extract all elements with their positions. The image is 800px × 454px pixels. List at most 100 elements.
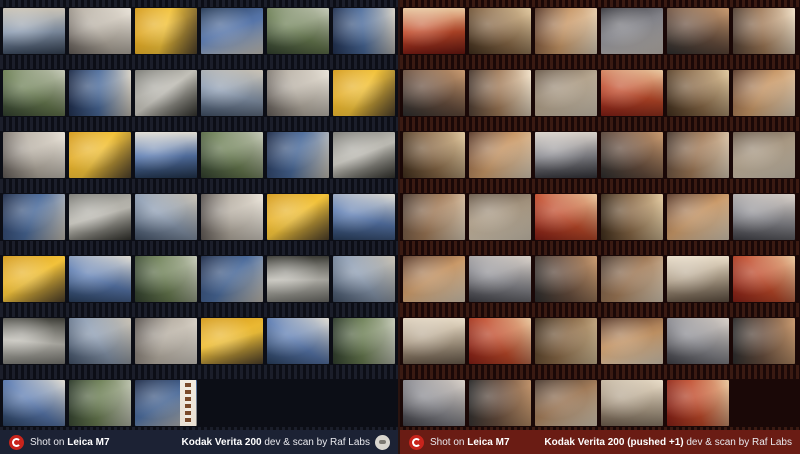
film-edge — [400, 179, 800, 186]
film-edge — [0, 179, 398, 186]
film-frame — [469, 318, 531, 364]
film-frame — [3, 256, 65, 302]
film-frame — [3, 70, 65, 116]
film-frame — [535, 194, 597, 240]
film-frame — [267, 8, 329, 54]
film-frame — [469, 194, 531, 240]
film-edge — [0, 186, 398, 193]
film-edge — [400, 0, 800, 7]
film-frame — [403, 256, 465, 302]
film-frame — [667, 256, 729, 302]
film-strip — [0, 0, 398, 62]
film-frame — [535, 70, 597, 116]
camera-name-left: Leica M7 — [67, 436, 110, 448]
film-strip — [400, 124, 800, 186]
film-frame — [69, 318, 131, 364]
contact-sheet-left — [0, 0, 398, 454]
film-frame — [3, 318, 65, 364]
film-frame — [403, 194, 465, 240]
film-frame — [69, 8, 131, 54]
film-frame — [69, 132, 131, 178]
film-edge — [0, 372, 398, 379]
film-edge — [0, 303, 398, 310]
film-frame — [201, 318, 263, 364]
film-edge — [400, 62, 800, 69]
film-frame — [535, 8, 597, 54]
film-strip — [0, 310, 398, 372]
film-frame — [403, 318, 465, 364]
film-frame — [667, 194, 729, 240]
film-edge — [0, 310, 398, 317]
film-frame — [469, 70, 531, 116]
film-frame — [201, 132, 263, 178]
film-frame — [69, 256, 131, 302]
film-edge — [400, 186, 800, 193]
film-edge — [400, 303, 800, 310]
film-edge — [0, 117, 398, 124]
film-edge — [0, 248, 398, 255]
film-edge — [0, 124, 398, 131]
film-frame — [733, 132, 795, 178]
film-frame — [333, 194, 395, 240]
film-frame — [469, 380, 531, 426]
film-edge — [0, 0, 398, 7]
film-strip — [0, 372, 398, 434]
film-frame — [733, 8, 795, 54]
film-strip — [400, 0, 800, 62]
film-frame — [601, 256, 663, 302]
film-stock-left: Kodak Verita 200 — [181, 436, 262, 448]
film-strip — [400, 186, 800, 248]
film-frame — [601, 194, 663, 240]
camera-lab-logo-icon — [9, 434, 24, 450]
film-frame — [135, 318, 197, 364]
film-frame — [3, 132, 65, 178]
film-frame — [333, 8, 395, 54]
shot-on-label-left: Shot on Leica M7 — [30, 437, 110, 448]
film-frame — [69, 70, 131, 116]
film-frame — [69, 194, 131, 240]
film-edge — [0, 55, 398, 62]
film-frame — [69, 380, 131, 426]
film-strip — [0, 62, 398, 124]
film-strip — [400, 310, 800, 372]
film-edge — [400, 372, 800, 379]
film-frame — [403, 132, 465, 178]
film-frame — [333, 318, 395, 364]
film-strip — [400, 62, 800, 124]
film-frame — [403, 380, 465, 426]
film-frame — [267, 70, 329, 116]
film-frame — [333, 256, 395, 302]
film-frame — [733, 70, 795, 116]
film-edge — [0, 62, 398, 69]
film-frame — [667, 318, 729, 364]
film-frame — [601, 8, 663, 54]
film-frame — [667, 380, 729, 426]
film-frame — [267, 194, 329, 240]
film-frame — [733, 318, 795, 364]
film-edge — [400, 124, 800, 131]
film-frame — [469, 132, 531, 178]
film-strip — [0, 248, 398, 310]
film-frame — [201, 8, 263, 54]
film-frame — [733, 194, 795, 240]
film-frame — [667, 132, 729, 178]
caption-bar: Shot on Leica M7 Kodak Verita 200 dev & … — [0, 430, 800, 454]
shot-prefix-left: Shot on — [30, 436, 65, 448]
film-frame — [201, 256, 263, 302]
film-edge — [400, 365, 800, 372]
film-frame — [333, 70, 395, 116]
film-edge — [400, 310, 800, 317]
film-frame — [201, 70, 263, 116]
film-credit-right: Kodak Verita 200 (pushed +1) dev & scan … — [544, 437, 792, 448]
film-frame — [403, 70, 465, 116]
film-frame — [201, 194, 263, 240]
caption-left: Shot on Leica M7 Kodak Verita 200 dev & … — [0, 430, 398, 454]
caption-right: Shot on Leica M7 Kodak Verita 200 (pushe… — [400, 430, 800, 454]
lab-credit-right: dev & scan by Raf Labs — [686, 436, 792, 448]
film-stock-right: Kodak Verita 200 (pushed +1) — [544, 436, 684, 448]
film-frame — [333, 132, 395, 178]
film-frame — [135, 132, 197, 178]
film-frame — [3, 380, 65, 426]
film-credit-left: Kodak Verita 200 dev & scan by Raf Labs — [182, 437, 370, 448]
film-frame — [535, 318, 597, 364]
